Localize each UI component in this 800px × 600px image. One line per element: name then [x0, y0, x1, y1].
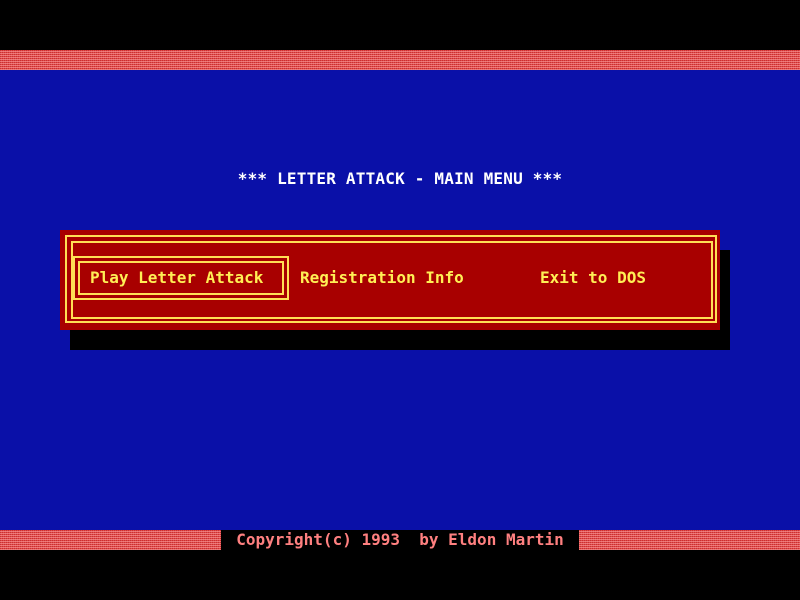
menu-item-exit-to-dos[interactable]: Exit to DOS: [540, 266, 646, 290]
top-hatch-bar: [0, 50, 800, 70]
copyright-notice: Copyright(c) 1993 by Eldon Martin: [221, 530, 579, 550]
menu-item-play-letter-attack[interactable]: Play Letter Attack: [90, 266, 263, 290]
menu-item-registration-info[interactable]: Registration Info: [300, 266, 464, 290]
main-menu-panel: Play Letter Attack Registration Info Exi…: [60, 230, 720, 330]
top-black-border: [0, 0, 800, 50]
bottom-black-border: [0, 550, 800, 600]
main-menu-title: *** LETTER ATTACK - MAIN MENU ***: [237, 169, 563, 188]
